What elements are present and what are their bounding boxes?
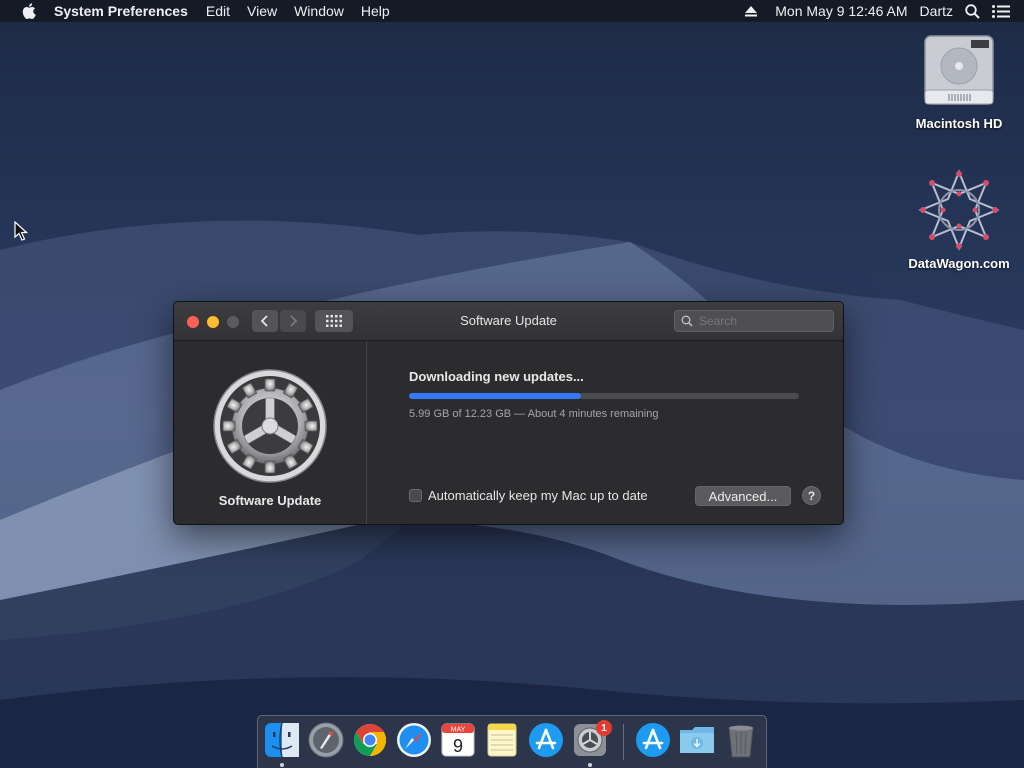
datawagon-logo-icon (918, 169, 1000, 251)
dock-item-trash[interactable] (722, 721, 760, 759)
spotlight-search-icon[interactable] (965, 3, 980, 19)
dock-separator (623, 724, 624, 760)
dock-item-notes[interactable] (483, 721, 521, 759)
running-indicator (588, 763, 592, 767)
launchpad-icon (308, 722, 344, 758)
dock-item-app-store-downloads[interactable] (634, 721, 672, 759)
menu-window[interactable]: Window (294, 3, 344, 19)
software-update-window: Software Update Search Software Update D… (173, 301, 844, 525)
search-icon (681, 315, 693, 327)
menu-view[interactable]: View (247, 3, 277, 19)
calendar-day: 9 (453, 736, 463, 756)
auto-update-label[interactable]: Automatically keep my Mac up to date (428, 488, 648, 503)
download-status-title: Downloading new updates... (409, 369, 584, 384)
auto-update-option[interactable]: Automatically keep my Mac up to date (409, 488, 648, 503)
help-button[interactable]: ? (802, 486, 821, 505)
menu-help[interactable]: Help (361, 3, 390, 19)
desktop-icon-datawagon[interactable]: DataWagon.com (904, 168, 1014, 271)
desktop-icon-macintosh-hd[interactable]: Macintosh HD (904, 32, 1014, 131)
search-input[interactable] (697, 313, 821, 329)
advanced-button[interactable]: Advanced... (695, 486, 791, 506)
dock-item-safari[interactable] (395, 721, 433, 759)
dock-item-system-preferences[interactable]: 1 (571, 720, 612, 759)
hard-drive-icon (924, 35, 994, 105)
menu-bar-status-area: Mon May 9 12:46 AM Dartz (745, 0, 1024, 22)
desktop-icon-label: Macintosh HD (915, 116, 1003, 131)
download-progress-fill (409, 393, 581, 399)
dock-item-downloads[interactable] (678, 721, 716, 759)
notes-icon (487, 723, 517, 757)
notification-center-icon[interactable] (992, 4, 1010, 18)
chrome-icon (353, 723, 387, 757)
calendar-month: MAY (451, 727, 466, 734)
software-update-gear-icon (212, 368, 328, 484)
calendar-icon: MAY 9 (441, 723, 475, 757)
dock-item-finder[interactable] (263, 721, 301, 759)
running-indicator (280, 763, 284, 767)
update-content: Downloading new updates... 5.99 GB of 12… (367, 341, 843, 524)
downloads-folder-icon (680, 727, 714, 753)
download-progress-bar (409, 393, 799, 399)
notification-badge: 1 (596, 720, 612, 736)
dock-item-chrome[interactable] (351, 721, 389, 759)
mouse-cursor-icon (14, 221, 28, 241)
user-name[interactable]: Dartz (920, 3, 953, 19)
app-menu-system-preferences[interactable]: System Preferences (54, 3, 188, 19)
search-field[interactable] (674, 310, 834, 332)
finder-icon (265, 722, 299, 758)
pane-sidebar: Software Update (174, 341, 367, 524)
menu-bar: System Preferences Edit View Window Help… (0, 0, 1024, 22)
eject-icon[interactable] (745, 5, 758, 17)
window-titlebar[interactable]: Software Update (174, 302, 843, 341)
auto-update-checkbox[interactable] (409, 489, 422, 502)
safari-icon (397, 723, 431, 757)
dock-item-calendar[interactable]: MAY 9 (439, 721, 477, 759)
clock-date-time[interactable]: Mon May 9 12:46 AM (775, 3, 907, 19)
dock-item-launchpad[interactable] (307, 721, 345, 759)
trash-icon (728, 725, 754, 758)
app-store-icon (636, 723, 670, 757)
dock-item-app-store[interactable] (527, 721, 565, 759)
menu-edit[interactable]: Edit (206, 3, 230, 19)
desktop-icon-label: DataWagon.com (908, 256, 1010, 271)
download-progress-detail: 5.99 GB of 12.23 GB — About 4 minutes re… (409, 408, 659, 420)
app-store-icon (529, 723, 563, 757)
apple-icon[interactable] (18, 0, 40, 22)
dock: MAY 9 1 (257, 715, 767, 768)
pane-name-label: Software Update (218, 493, 322, 508)
